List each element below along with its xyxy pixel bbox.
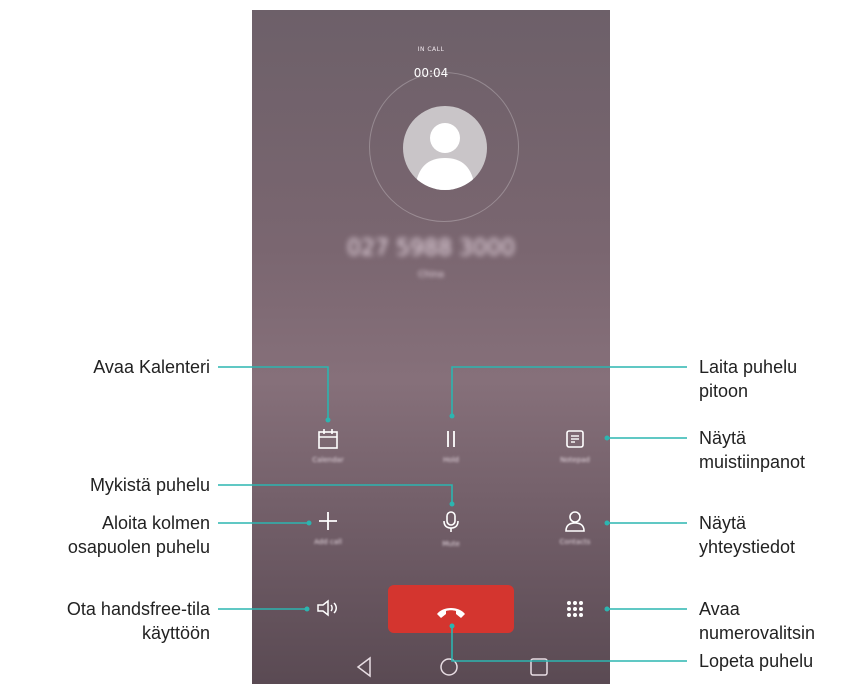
callout-hold: Laita puhelu pitoon <box>699 355 797 403</box>
callout-speaker-line2: käyttöön <box>141 623 210 643</box>
callout-contacts: Näytä yhteystiedot <box>699 511 795 559</box>
callout-add-line1: Aloita kolmen <box>101 513 210 533</box>
callout-lines <box>218 366 687 662</box>
callout-dialpad-line1: Avaa <box>699 599 740 619</box>
callout-speaker-line1: Ota handsfree-tila <box>66 599 210 619</box>
callout-add-call: Aloita kolmen osapuolen puhelu <box>68 511 210 559</box>
callout-dialpad-line2: numerovalitsin <box>699 623 816 643</box>
callout-mute: Mykistä puhelu <box>89 475 210 495</box>
callout-hold-line1: Laita puhelu <box>699 357 798 377</box>
callout-end-call: Lopeta puhelu <box>699 651 814 671</box>
callout-speaker: Ota handsfree-tila käyttöön <box>67 597 210 645</box>
callout-dialpad: Avaa numerovalitsin <box>699 597 815 645</box>
callout-line-calendar <box>218 366 329 420</box>
callout-notes-line2: muistiinpanot <box>699 452 806 472</box>
callout-contacts-line1: Näytä <box>699 513 747 533</box>
callout-notes: Näytä muistiinpanot <box>699 426 805 474</box>
callout-line-hold <box>451 366 687 416</box>
callout-line-end <box>451 626 687 662</box>
callout-contacts-line2: yhteystiedot <box>699 537 796 557</box>
callout-open-calendar: Avaa Kalenteri <box>93 357 210 377</box>
callout-line-mute <box>218 484 453 504</box>
callout-notes-line1: Näytä <box>699 428 747 448</box>
callout-add-line2: osapuolen puhelu <box>67 537 210 557</box>
callout-hold-line2: pitoon <box>699 381 749 401</box>
